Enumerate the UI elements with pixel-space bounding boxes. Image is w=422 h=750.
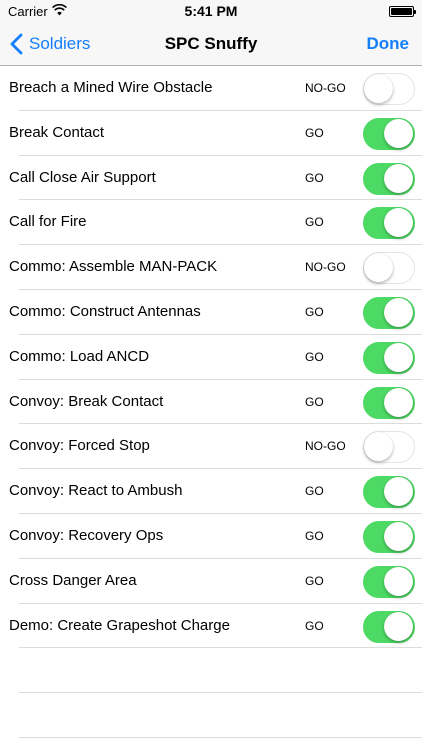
clock-time: 5:41 PM: [184, 3, 238, 19]
task-status: NO-GO: [305, 260, 346, 275]
task-row: Call for Fire GO: [0, 200, 422, 245]
task-status: GO: [305, 349, 324, 364]
toggle-knob: [384, 163, 413, 193]
go-toggle-switch[interactable]: [363, 565, 415, 598]
task-label: Cross Danger Area: [9, 571, 137, 589]
task-label: Convoy: Break Contact: [9, 392, 164, 410]
task-row: Call Close Air Support GO: [0, 156, 422, 201]
task-status: GO: [305, 484, 324, 499]
task-label: Commo: Assemble MAN-PACK: [9, 258, 218, 276]
go-toggle-switch[interactable]: [363, 520, 415, 553]
toggle-knob: [364, 253, 393, 283]
task-label: Convoy: Recovery Ops: [9, 526, 164, 544]
go-toggle-switch[interactable]: [363, 117, 415, 150]
task-status: GO: [305, 528, 324, 543]
toggle-knob: [384, 611, 413, 641]
task-status: GO: [305, 170, 324, 185]
task-row: Convoy: Recovery Ops GO: [0, 514, 422, 559]
task-row: Breach a Mined Wire Obstacle NO-GO: [0, 66, 422, 111]
task-row: Convoy: React to Ambush GO: [0, 469, 422, 514]
navigation-bar: Soldiers SPC Snuffy Done: [0, 22, 422, 66]
task-row: Commo: Assemble MAN-PACK NO-GO: [0, 245, 422, 290]
task-label: Convoy: Forced Stop: [9, 437, 150, 455]
toggle-knob: [384, 477, 413, 507]
task-row: Commo: Load ANCD GO: [0, 335, 422, 380]
task-label: Demo: Create Grapeshot Charge: [9, 616, 230, 634]
task-status: GO: [305, 394, 324, 409]
go-toggle-switch[interactable]: [363, 73, 415, 105]
task-row: Demo: Create Grapeshot Charge GO: [0, 604, 422, 649]
task-label: Commo: Construct Antennas: [9, 302, 201, 320]
back-chevron-icon: [10, 33, 23, 55]
task-status: GO: [305, 304, 324, 319]
task-row: Cross Danger Area GO: [0, 559, 422, 604]
go-toggle-switch[interactable]: [363, 252, 415, 285]
task-row: Break Contact GO: [0, 111, 422, 156]
task-status: GO: [305, 618, 324, 633]
empty-row: [0, 693, 422, 738]
task-row: Convoy: Forced Stop NO-GO: [0, 424, 422, 469]
task-label: Call Close Air Support: [9, 168, 156, 186]
go-toggle-switch[interactable]: [363, 162, 415, 195]
go-toggle-switch[interactable]: [363, 296, 415, 329]
back-button[interactable]: Soldiers: [10, 22, 90, 66]
go-toggle-switch[interactable]: [363, 207, 415, 240]
battery-icon: [389, 6, 416, 17]
toggle-knob: [384, 521, 413, 551]
toggle-knob: [384, 342, 413, 372]
task-row: Commo: Construct Antennas GO: [0, 290, 422, 335]
go-toggle-switch[interactable]: [363, 610, 415, 643]
toggle-knob: [364, 74, 393, 103]
done-button[interactable]: Done: [367, 22, 410, 66]
empty-row: [0, 648, 422, 693]
task-label: Break Contact: [9, 123, 105, 141]
status-bar: Carrier 5:41 PM: [0, 0, 422, 22]
task-label: Convoy: React to Ambush: [9, 482, 183, 500]
task-status: GO: [305, 215, 324, 230]
task-status: GO: [305, 573, 324, 588]
task-status: NO-GO: [305, 81, 346, 95]
task-label: Breach a Mined Wire Obstacle: [9, 79, 213, 96]
task-row: Convoy: Break Contact GO: [0, 380, 422, 425]
toggle-knob: [384, 566, 413, 596]
toggle-knob: [364, 432, 393, 462]
back-button-label: Soldiers: [29, 34, 91, 53]
toggle-knob: [384, 297, 413, 327]
toggle-knob: [384, 118, 413, 148]
toggle-knob: [384, 387, 413, 417]
task-status: NO-GO: [305, 439, 346, 454]
go-toggle-switch[interactable]: [363, 476, 415, 509]
go-toggle-switch[interactable]: [363, 341, 415, 374]
task-label: Commo: Load ANCD: [9, 347, 150, 365]
toggle-knob: [384, 208, 413, 238]
go-toggle-switch[interactable]: [363, 386, 415, 419]
task-list: Breach a Mined Wire Obstacle NO-GO Break C…: [0, 66, 422, 738]
task-label: Call for Fire: [9, 213, 87, 231]
task-status: GO: [305, 125, 324, 140]
go-toggle-switch[interactable]: [363, 431, 415, 464]
